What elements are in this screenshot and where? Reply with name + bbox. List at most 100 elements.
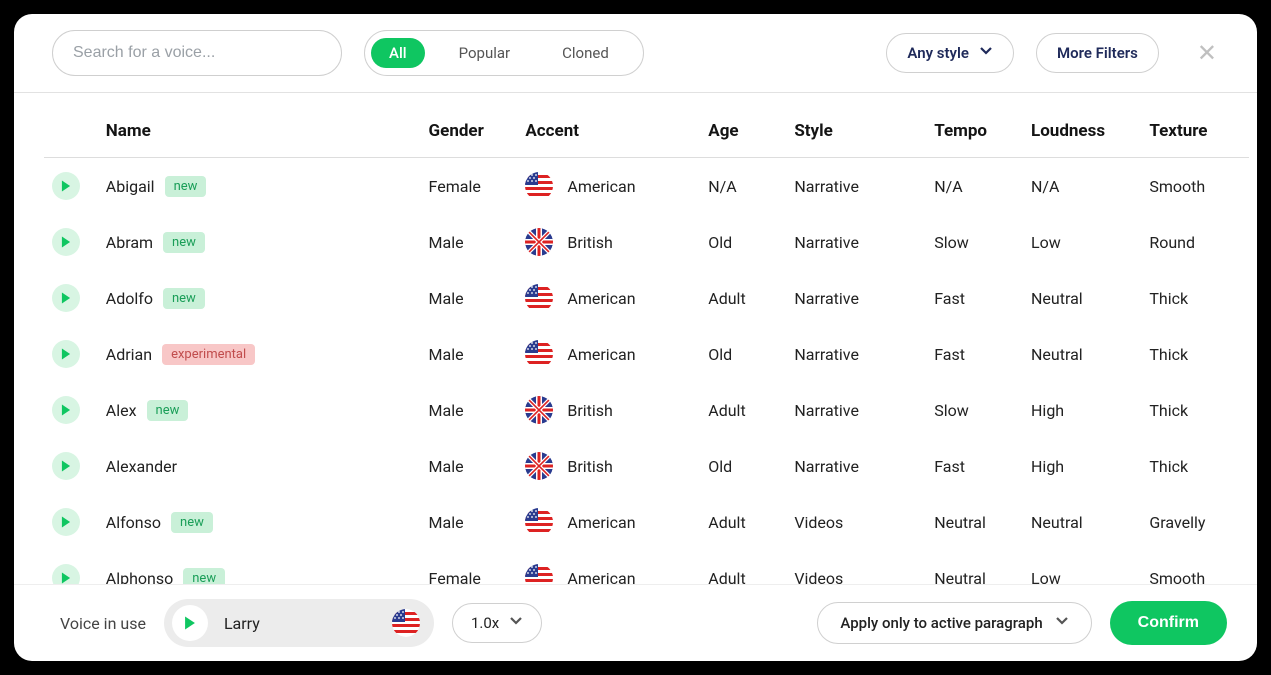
cell-style: Videos bbox=[786, 494, 926, 550]
badge-new: new bbox=[165, 176, 207, 197]
cell-tempo: N/A bbox=[926, 158, 1023, 215]
cell-style: Narrative bbox=[786, 214, 926, 270]
col-loudness[interactable]: Loudness bbox=[1023, 93, 1141, 158]
apply-scope-dropdown[interactable]: Apply only to active paragraph bbox=[817, 602, 1091, 644]
any-style-label: Any style bbox=[907, 44, 969, 62]
cell-loudness: N/A bbox=[1023, 158, 1141, 215]
flag-icon bbox=[392, 609, 420, 637]
flag-icon bbox=[525, 284, 553, 312]
more-filters-button[interactable]: More Filters bbox=[1036, 33, 1159, 73]
cell-accent: American bbox=[567, 345, 635, 364]
table-row[interactable]: Adrianexperimental Male American Old Nar… bbox=[44, 326, 1249, 382]
play-button[interactable] bbox=[52, 396, 80, 424]
cell-gender: Male bbox=[421, 438, 518, 494]
col-tempo[interactable]: Tempo bbox=[926, 93, 1023, 158]
footer: Voice in use Larry 1.0x Apply only to ac… bbox=[14, 584, 1257, 661]
cell-style: Narrative bbox=[786, 438, 926, 494]
play-button[interactable] bbox=[52, 228, 80, 256]
voice-name: Alfonso bbox=[106, 513, 161, 532]
play-button[interactable] bbox=[52, 340, 80, 368]
play-button[interactable] bbox=[52, 508, 80, 536]
tab-all[interactable]: All bbox=[371, 38, 425, 68]
cell-tempo: Fast bbox=[926, 438, 1023, 494]
voice-name: Alexander bbox=[106, 457, 177, 476]
voice-table-scroll[interactable]: Name Gender Accent Age Style Tempo Loudn… bbox=[14, 93, 1257, 584]
confirm-button[interactable]: Confirm bbox=[1110, 601, 1227, 645]
cell-accent: American bbox=[567, 569, 635, 585]
cell-gender: Female bbox=[421, 550, 518, 584]
cell-loudness: High bbox=[1023, 382, 1141, 438]
voice-in-use-label: Voice in use bbox=[60, 614, 146, 633]
cell-texture: Smooth bbox=[1141, 158, 1249, 215]
col-texture[interactable]: Texture bbox=[1141, 93, 1249, 158]
flag-icon bbox=[525, 452, 553, 480]
search-input[interactable] bbox=[52, 30, 342, 76]
play-button[interactable] bbox=[52, 284, 80, 312]
play-button[interactable] bbox=[52, 172, 80, 200]
tab-popular[interactable]: Popular bbox=[441, 38, 529, 68]
voice-name: Abram bbox=[106, 233, 153, 252]
cell-style: Narrative bbox=[786, 382, 926, 438]
play-button[interactable] bbox=[52, 452, 80, 480]
cell-tempo: Neutral bbox=[926, 550, 1023, 584]
table-row[interactable]: Abigail new Female American N/A Narrative… bbox=[44, 158, 1249, 215]
col-age[interactable]: Age bbox=[700, 93, 786, 158]
cell-tempo: Fast bbox=[926, 270, 1023, 326]
table-row[interactable]: Alphonsonew Female American Adult Videos… bbox=[44, 550, 1249, 584]
flag-icon bbox=[525, 396, 553, 424]
tab-group: All Popular Cloned bbox=[364, 30, 644, 76]
badge-new: new bbox=[147, 400, 189, 421]
col-gender[interactable]: Gender bbox=[421, 93, 518, 158]
cell-accent: American bbox=[567, 289, 635, 308]
cell-style: Videos bbox=[786, 550, 926, 584]
col-name[interactable]: Name bbox=[98, 93, 421, 158]
cell-loudness: Neutral bbox=[1023, 494, 1141, 550]
col-style[interactable]: Style bbox=[786, 93, 926, 158]
chevron-down-icon bbox=[1055, 614, 1069, 632]
table-row[interactable]: Alfonsonew Male American Adult Videos Ne… bbox=[44, 494, 1249, 550]
badge-new: new bbox=[163, 232, 205, 253]
table-row[interactable]: Alexander Male British Old Narrative Fas… bbox=[44, 438, 1249, 494]
table-row[interactable]: Alexnew Male British Adult Narrative Slo… bbox=[44, 382, 1249, 438]
tab-cloned[interactable]: Cloned bbox=[544, 38, 627, 68]
cell-age: Adult bbox=[700, 270, 786, 326]
close-icon[interactable]: ✕ bbox=[1187, 35, 1227, 71]
cell-texture: Smooth bbox=[1141, 550, 1249, 584]
cell-age: Adult bbox=[700, 550, 786, 584]
cell-style: Narrative bbox=[786, 326, 926, 382]
cell-gender: Male bbox=[421, 270, 518, 326]
table-row[interactable]: Abramnew Male British Old Narrative Slow… bbox=[44, 214, 1249, 270]
flag-icon bbox=[525, 228, 553, 256]
play-current-voice-button[interactable] bbox=[172, 605, 208, 641]
cell-tempo: Fast bbox=[926, 326, 1023, 382]
cell-loudness: Low bbox=[1023, 550, 1141, 584]
badge-experimental: experimental bbox=[162, 344, 255, 365]
any-style-dropdown[interactable]: Any style bbox=[886, 33, 1014, 73]
cell-age: Adult bbox=[700, 494, 786, 550]
apply-scope-label: Apply only to active paragraph bbox=[840, 614, 1042, 632]
play-button[interactable] bbox=[52, 564, 80, 584]
cell-texture: Gravelly bbox=[1141, 494, 1249, 550]
table-row[interactable]: Adolfonew Male American Adult Narrative … bbox=[44, 270, 1249, 326]
flag-icon bbox=[525, 172, 553, 200]
flag-icon bbox=[525, 340, 553, 368]
cell-loudness: Neutral bbox=[1023, 326, 1141, 382]
cell-loudness: Neutral bbox=[1023, 270, 1141, 326]
flag-icon bbox=[525, 508, 553, 536]
cell-age: N/A bbox=[700, 158, 786, 215]
badge-new: new bbox=[163, 288, 205, 309]
cell-gender: Female bbox=[421, 158, 518, 215]
voice-name: Alex bbox=[106, 401, 137, 420]
cell-style: Narrative bbox=[786, 158, 926, 215]
cell-accent: British bbox=[567, 401, 612, 420]
speed-dropdown[interactable]: 1.0x bbox=[452, 603, 542, 643]
cell-loudness: High bbox=[1023, 438, 1141, 494]
cell-accent: British bbox=[567, 457, 612, 476]
cell-age: Old bbox=[700, 438, 786, 494]
current-voice-pill[interactable]: Larry bbox=[164, 599, 434, 647]
cell-gender: Male bbox=[421, 382, 518, 438]
voice-name: Abigail bbox=[106, 177, 155, 196]
cell-accent: American bbox=[567, 177, 635, 196]
col-accent[interactable]: Accent bbox=[517, 93, 700, 158]
flag-icon bbox=[525, 564, 553, 584]
